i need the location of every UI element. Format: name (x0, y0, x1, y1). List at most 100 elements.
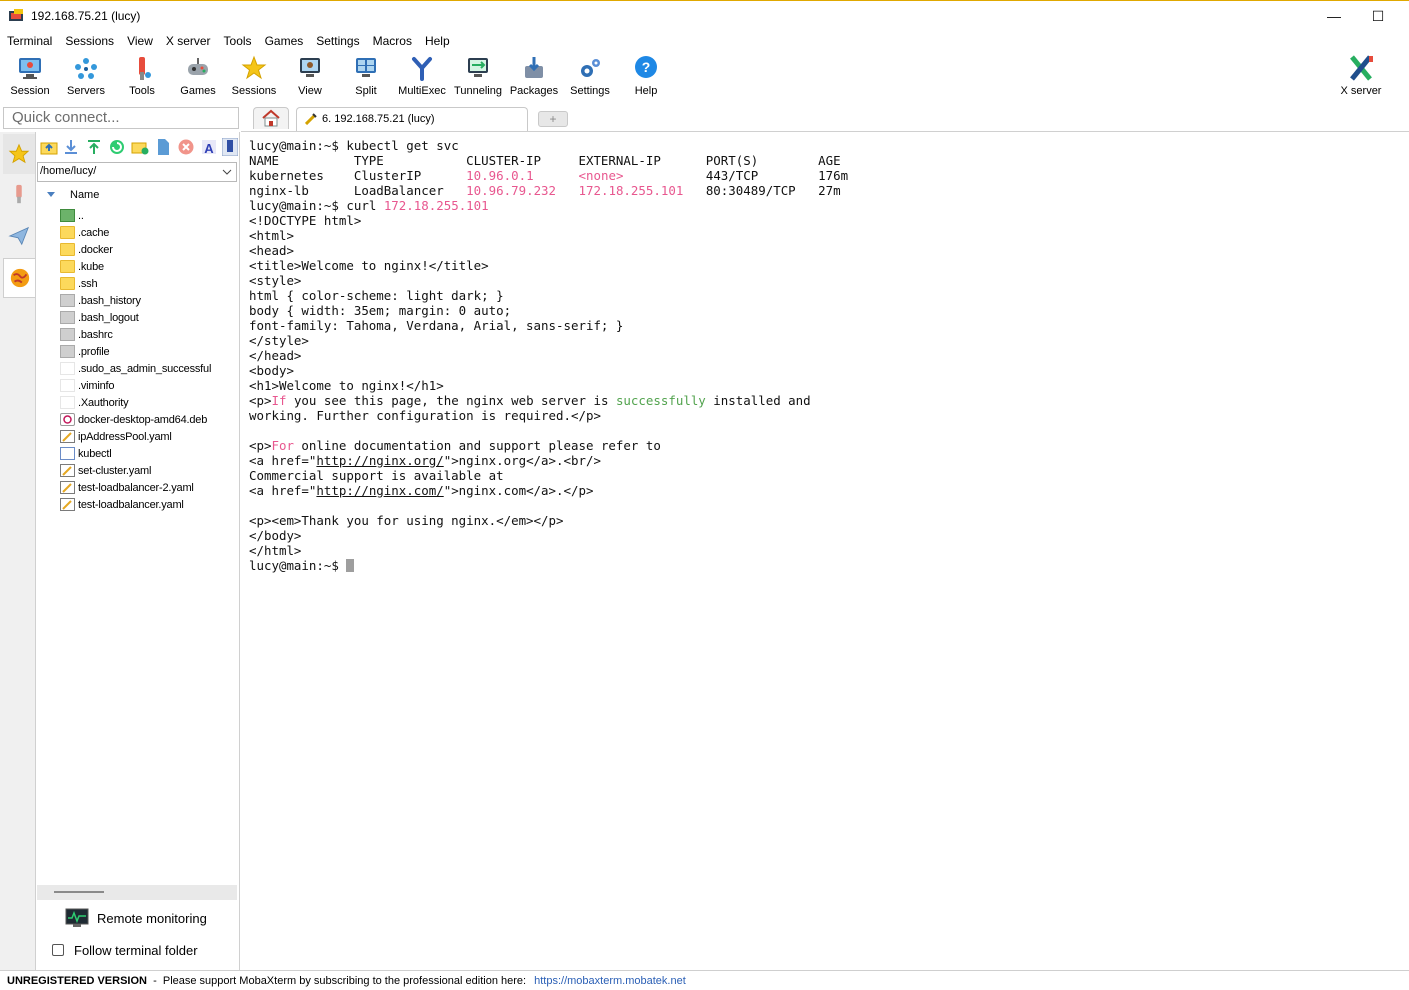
file-row[interactable]: set-cluster.yaml (60, 462, 151, 479)
terminal-follow-icon[interactable] (222, 138, 238, 156)
packages-icon (525, 57, 543, 78)
globe-icon (10, 268, 29, 288)
terminal-tab-icon (305, 113, 317, 125)
file-list-header[interactable]: Name (37, 185, 240, 205)
servers-button[interactable]: Servers (58, 52, 114, 100)
tools-icon (16, 184, 22, 204)
file-icon (60, 362, 75, 375)
multiexec-button[interactable]: MultiExec (394, 52, 450, 100)
new-tab-button[interactable]: + (538, 111, 568, 127)
packages-label: Packages (509, 85, 559, 97)
tab-session-6[interactable]: 6. 192.168.75.21 (lucy) (296, 107, 528, 131)
file-row[interactable]: .docker (60, 241, 113, 258)
tools-label: Tools (129, 85, 155, 97)
sort-down-icon (47, 192, 55, 197)
remote-monitoring-button[interactable]: Remote monitoring (65, 906, 235, 930)
xserver-label: X server (1340, 85, 1382, 97)
file-row[interactable]: .viminfo (60, 377, 115, 394)
sidebar-tab-sessions[interactable] (3, 134, 35, 174)
file-row[interactable]: .Xauthority (60, 394, 129, 411)
add-tab-icon: + (549, 112, 557, 126)
tunneling-label: Tunneling (454, 85, 502, 97)
unregistered-label: UNREGISTERED VERSION (7, 974, 147, 987)
checkbox-box[interactable] (52, 944, 64, 956)
minimize-button[interactable]: — (1311, 5, 1357, 27)
star-icon (8, 143, 30, 164)
file-row[interactable]: .profile (60, 343, 110, 360)
tunneling-button[interactable]: Tunneling (450, 52, 506, 100)
view-button[interactable]: View (282, 52, 338, 100)
file-row[interactable]: .bashrc (60, 326, 113, 343)
home-icon (262, 109, 280, 127)
menu-view[interactable]: View (120, 34, 159, 48)
file-row[interactable]: .bash_history (60, 292, 141, 309)
split-label: Split (355, 85, 377, 97)
help-icon: ? (635, 56, 657, 78)
upload-icon[interactable] (85, 138, 103, 156)
menu-macros[interactable]: Macros (366, 34, 418, 48)
split-icon (356, 58, 376, 77)
maximize-button[interactable]: ☐ (1355, 5, 1401, 27)
help-button[interactable]: ? Help (618, 52, 674, 100)
menu-games[interactable]: Games (258, 34, 310, 48)
yaml-file-icon (60, 464, 75, 477)
file-row[interactable]: ipAddressPool.yaml (60, 428, 172, 445)
sidebar-tab-sftp[interactable] (3, 258, 35, 298)
tools-icon (139, 57, 151, 80)
follow-terminal-folder-checkbox[interactable]: Follow terminal folder (52, 940, 237, 960)
rename-icon[interactable]: A (200, 138, 218, 156)
menu-sessions[interactable]: Sessions (58, 34, 120, 48)
sessions-button[interactable]: Sessions (226, 52, 282, 100)
file-row[interactable]: docker-desktop-amd64.deb (60, 411, 207, 428)
sidebar-tab-macros[interactable] (3, 216, 35, 256)
split-button[interactable]: Split (338, 52, 394, 100)
file-row[interactable]: .cache (60, 224, 109, 241)
download-icon[interactable] (62, 138, 80, 156)
menu-help[interactable]: Help (418, 34, 456, 48)
menu-settings[interactable]: Settings (309, 34, 365, 48)
settings-button[interactable]: Settings (562, 52, 618, 100)
servers-label: Servers (67, 85, 105, 97)
status-message: - Please support MobaXterm by subscribin… (146, 974, 530, 987)
minimize-icon: — (1327, 8, 1341, 24)
multiexec-label: MultiExec (398, 85, 446, 97)
file-row-parent[interactable]: .. (60, 207, 84, 224)
sidebar-tab-tools[interactable] (3, 174, 35, 214)
tunneling-icon (468, 58, 488, 77)
new-file-icon[interactable] (154, 138, 172, 156)
menu-tools[interactable]: Tools (217, 34, 258, 48)
games-button[interactable]: Games (170, 52, 226, 100)
terminal-area[interactable]: lucy@main:~$ kubectl get svc NAME TYPE C… (241, 132, 1409, 970)
file-row[interactable]: test-loadbalancer-2.yaml (60, 479, 194, 496)
remote-path-value: /home/lucy/ (40, 165, 97, 177)
splitter-grip (54, 891, 104, 893)
multiexec-icon (412, 57, 432, 81)
new-folder-icon[interactable] (131, 138, 149, 156)
file-row[interactable]: .ssh (60, 275, 98, 292)
file-row[interactable]: .sudo_as_admin_successful (60, 360, 211, 377)
panel-splitter[interactable] (37, 885, 237, 900)
file-row[interactable]: test-loadbalancer.yaml (60, 496, 184, 513)
svg-text:?: ? (642, 59, 651, 75)
svg-text:A: A (204, 141, 214, 156)
session-button[interactable]: Session (2, 52, 58, 100)
hidden-file-icon (60, 345, 75, 358)
menu-terminal[interactable]: Terminal (0, 34, 58, 48)
delete-icon[interactable] (177, 138, 195, 156)
view-icon (300, 58, 320, 77)
file-row[interactable]: kubectl (60, 445, 112, 462)
remote-path-combo[interactable]: /home/lucy/ (37, 162, 237, 182)
xserver-button[interactable]: X server (1333, 52, 1389, 100)
folder-up-icon[interactable] (40, 138, 58, 156)
menu-xserver[interactable]: X server (159, 34, 217, 48)
quick-connect-input[interactable]: Quick connect... (3, 107, 239, 129)
tools-button[interactable]: Tools (114, 52, 170, 100)
session-tab-label: 6. 192.168.75.21 (lucy) (322, 113, 435, 125)
mobatek-link[interactable]: https://mobaxterm.mobatek.net (534, 975, 686, 987)
yaml-file-icon (60, 481, 75, 494)
packages-button[interactable]: Packages (506, 52, 562, 100)
file-row[interactable]: .bash_logout (60, 309, 139, 326)
file-row[interactable]: .kube (60, 258, 104, 275)
refresh-icon[interactable] (108, 138, 126, 156)
tab-home[interactable] (253, 107, 289, 129)
